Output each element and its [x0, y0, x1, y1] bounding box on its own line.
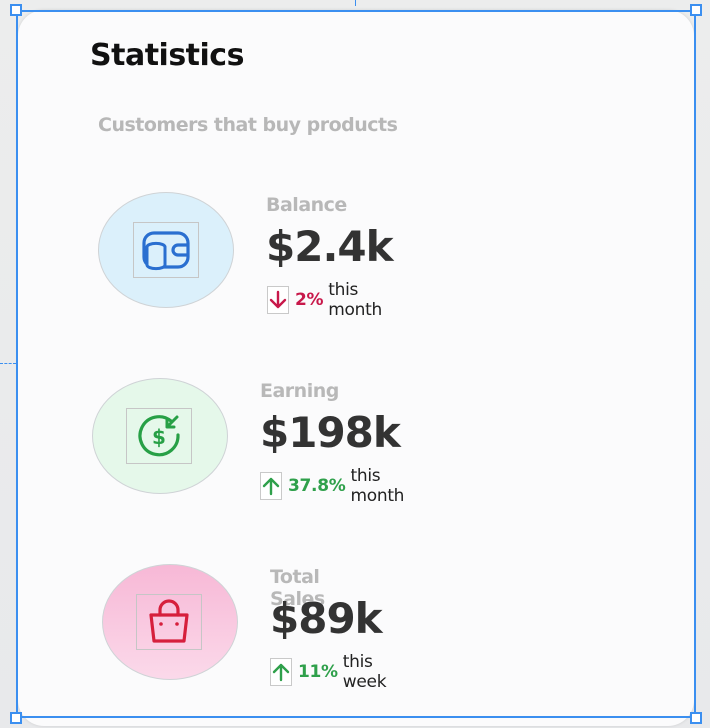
- statistics-card[interactable]: Statistics Customers that buy products B…: [18, 10, 694, 726]
- shopping-bag-icon: [136, 594, 202, 650]
- sales-trend: 11% this week: [270, 652, 394, 692]
- sales-value: $89k: [270, 594, 383, 643]
- resize-handle-bottom-left[interactable]: [10, 712, 22, 724]
- balance-trend: 2% this month: [267, 280, 390, 320]
- balance-label: Balance: [266, 194, 347, 216]
- card-subtitle: Customers that buy products: [98, 114, 398, 136]
- balance-change: 2%: [295, 290, 324, 310]
- sales-period: this week: [342, 652, 387, 692]
- earning-change: 37.8%: [288, 476, 346, 496]
- balance-period: this month: [328, 280, 382, 320]
- earning-value: $198k: [260, 408, 401, 457]
- wallet-coins-icon: [133, 222, 199, 278]
- balance-value: $2.4k: [266, 222, 394, 271]
- resize-handle-top-left[interactable]: [10, 4, 22, 16]
- card-title: Statistics: [90, 38, 244, 73]
- arrow-up-icon: [260, 472, 282, 500]
- arrow-down-icon: [267, 286, 289, 314]
- alignment-guide-left: [0, 363, 16, 364]
- earning-trend: 37.8% this month: [260, 466, 412, 506]
- earning-period: this month: [350, 466, 405, 506]
- dollar-refresh-icon: $: [126, 408, 192, 464]
- arrow-up-icon: [270, 658, 292, 686]
- earning-label: Earning: [260, 380, 339, 402]
- resize-handle-top-right[interactable]: [690, 4, 702, 16]
- sales-change: 11%: [298, 662, 338, 682]
- svg-text:$: $: [152, 425, 166, 449]
- alignment-guide-top: [355, 0, 356, 6]
- resize-handle-bottom-right[interactable]: [690, 712, 702, 724]
